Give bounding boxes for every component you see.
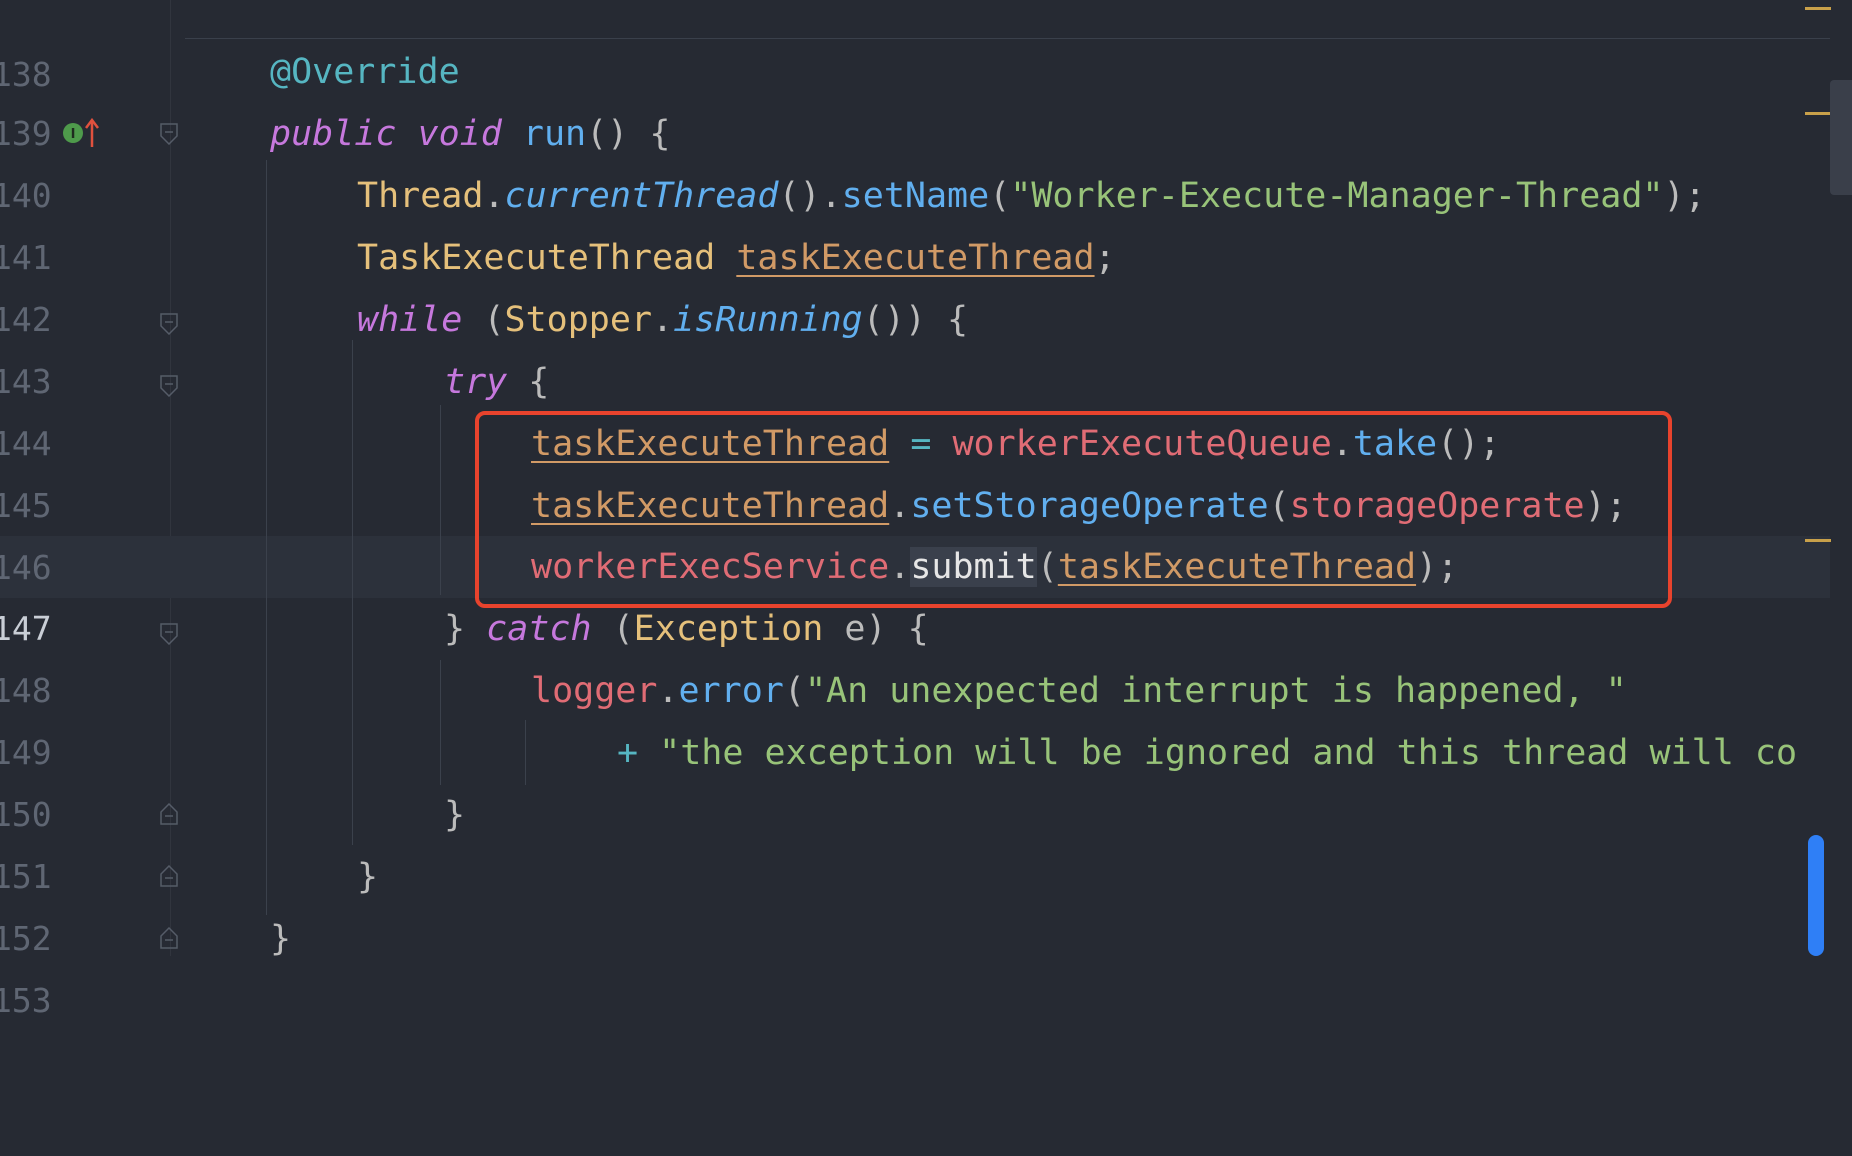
- code-text: }: [270, 919, 292, 959]
- code-editor[interactable]: I 138 139 @Override 140 public void run(…: [0, 0, 1852, 1020]
- code-text: while (Stopper.isRunning()) {: [357, 300, 969, 340]
- code-line[interactable]: 144 try {: [0, 351, 1830, 463]
- code-text: public void run() {: [270, 114, 671, 154]
- code-line[interactable]: 152 }: [0, 846, 1830, 958]
- code-text: }: [444, 795, 466, 835]
- code-text: logger.error("An unexpected interrupt is…: [531, 671, 1627, 711]
- code-line[interactable]: 139 @Override: [0, 41, 1830, 153]
- line-number: 153: [0, 981, 52, 1020]
- code-line[interactable]: 140 public void run() {: [0, 103, 1830, 215]
- error-stripe-marker[interactable]: [1805, 7, 1831, 10]
- scrollbar-thumb[interactable]: [1808, 835, 1824, 956]
- code-line[interactable]: 150 + "the exception will be ignored and…: [0, 722, 1830, 834]
- code-line[interactable]: 151 }: [0, 784, 1830, 896]
- code-text: TaskExecuteThread taskExecuteThread;: [357, 238, 1116, 278]
- code-line[interactable]: 142 TaskExecuteThread taskExecuteThread;: [0, 227, 1830, 339]
- code-text: }: [357, 857, 379, 897]
- error-stripe-marker[interactable]: [1805, 112, 1831, 115]
- scrollbar-minimap-thumb[interactable]: [1830, 80, 1852, 195]
- code-line[interactable]: 149 logger.error("An unexpected interrup…: [0, 660, 1830, 772]
- error-stripe-marker[interactable]: [1805, 539, 1831, 542]
- code-text: + "the exception will be ignored and thi…: [617, 733, 1798, 773]
- code-text: try {: [444, 362, 550, 402]
- code-text: Thread.currentThread().setName("Worker-E…: [357, 176, 1706, 216]
- code-text: @Override: [270, 52, 460, 92]
- code-line[interactable]: 138: [0, 0, 1830, 94]
- code-line[interactable]: 153 }: [0, 908, 1830, 1020]
- code-line[interactable]: 143 while (Stopper.isRunning()) {: [0, 289, 1830, 401]
- annotation-highlight-box: [475, 411, 1672, 608]
- code-line[interactable]: 141 Thread.currentThread().setName("Work…: [0, 165, 1830, 277]
